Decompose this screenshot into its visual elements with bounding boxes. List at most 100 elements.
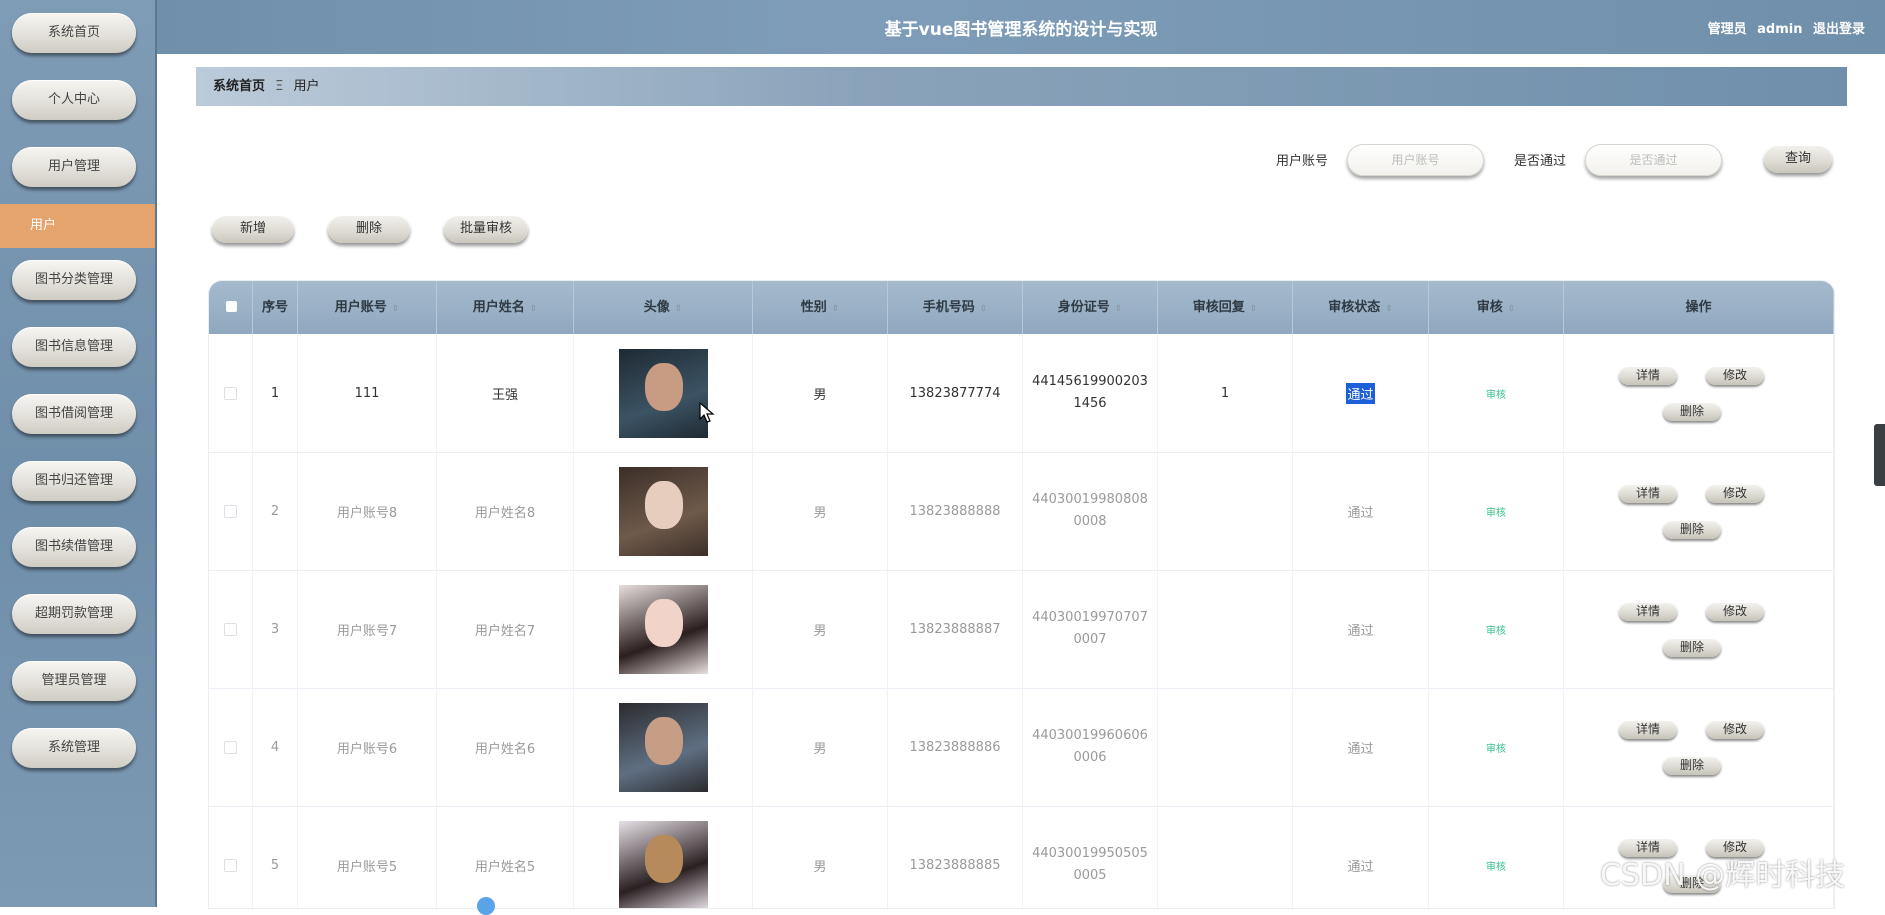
status-badge: 通过: [1346, 382, 1375, 404]
sort-icon[interactable]: ⇳: [1385, 304, 1393, 314]
row-actions: 详情 修改删除: [1564, 452, 1834, 570]
row-delete-button[interactable]: 删除: [1663, 402, 1721, 421]
user-avatar[interactable]: [618, 466, 708, 556]
row-checkbox[interactable]: [224, 504, 237, 518]
user-avatar[interactable]: [618, 584, 708, 674]
column-header-label: 性别: [800, 300, 827, 315]
sort-icon[interactable]: ⇳: [530, 304, 538, 314]
page-scrollbar[interactable]: [1874, 424, 1885, 486]
column-header: 序号: [253, 281, 298, 334]
audit-link[interactable]: 审核: [1486, 386, 1506, 401]
row-select-cell: [209, 806, 253, 908]
sort-icon[interactable]: ⇳: [392, 304, 400, 314]
row-actions: 详情 修改删除: [1564, 334, 1834, 452]
user-avatar[interactable]: [618, 348, 708, 438]
row-name: 用户姓名7: [437, 570, 574, 688]
row-select-cell: [209, 334, 253, 452]
sort-icon[interactable]: ⇳: [675, 304, 683, 314]
user-avatar[interactable]: [618, 820, 708, 908]
audit-link[interactable]: 审核: [1486, 622, 1506, 637]
column-header[interactable]: 用户姓名 ⇳: [437, 281, 574, 334]
row-checkbox[interactable]: [224, 622, 237, 636]
column-header-label: 身份证号: [1057, 300, 1110, 315]
sort-icon[interactable]: ⇳: [1250, 304, 1258, 314]
table-header: 序号 用户账号 ⇳ 用户姓名 ⇳ 头像 ⇳ 性别 ⇳ 手机号码 ⇳ 身份证号 ⇳ 审核回复 ⇳ 审核状态 ⇳ 审核…: [209, 281, 1834, 334]
detail-button[interactable]: 详情: [1619, 720, 1677, 739]
status-badge: 通过: [1347, 859, 1374, 875]
id-card-text: 441456199002031456: [1032, 374, 1148, 411]
edit-button[interactable]: 修改: [1706, 366, 1764, 385]
sidebar-item[interactable]: 用户管理: [12, 147, 136, 187]
table-row: 3 用户账号7 用户姓名7 男 13823888887 44030019970707000…: [209, 570, 1834, 689]
breadcrumb-current: 用户: [293, 79, 320, 94]
audit-link[interactable]: 审核: [1486, 740, 1506, 755]
sidebar-item[interactable]: 系统管理: [12, 728, 136, 768]
sidebar-item[interactable]: 图书分类管理: [12, 260, 136, 300]
row-audit-cell: 审核: [1429, 334, 1564, 452]
column-header[interactable]: 身份证号 ⇳: [1023, 281, 1158, 334]
row-checkbox[interactable]: [224, 386, 237, 400]
detail-button[interactable]: 详情: [1619, 366, 1677, 385]
id-card-text: 440300199505050005: [1032, 846, 1148, 883]
column-header[interactable]: 审核回复 ⇳: [1158, 281, 1293, 334]
add-button[interactable]: 新增: [212, 215, 294, 243]
audit-link[interactable]: 审核: [1486, 858, 1506, 873]
sidebar-item[interactable]: 系统首页: [12, 13, 136, 53]
audit-link[interactable]: 审核: [1486, 504, 1506, 519]
sidebar-item[interactable]: 图书归还管理: [12, 461, 136, 501]
table-row: 4 用户账号6 用户姓名6 男 13823888886 44030019960606000…: [209, 688, 1834, 807]
breadcrumb-home[interactable]: 系统首页: [213, 79, 265, 94]
edit-button[interactable]: 修改: [1706, 720, 1764, 739]
row-name: 王强: [437, 334, 574, 452]
row-account: 用户账号8: [298, 452, 437, 570]
sidebar-item[interactable]: 超期罚款管理: [12, 594, 136, 634]
sort-icon[interactable]: ⇳: [832, 304, 840, 314]
user-table: 序号 用户账号 ⇳ 用户姓名 ⇳ 头像 ⇳ 性别 ⇳ 手机号码 ⇳ 身份证号 ⇳ 审核回复 ⇳ 审核状态 ⇳ 审核…: [208, 280, 1835, 909]
sort-icon[interactable]: ⇳: [1508, 304, 1516, 314]
batch-audit-button[interactable]: 批量审核: [444, 215, 528, 243]
column-header: 操作: [1564, 281, 1834, 334]
column-header[interactable]: 审核 ⇳: [1429, 281, 1564, 334]
delete-button[interactable]: 删除: [328, 215, 410, 243]
column-header[interactable]: 审核状态 ⇳: [1293, 281, 1429, 334]
select-all-checkbox[interactable]: [226, 301, 237, 312]
sidebar-item-users-active[interactable]: 用户: [0, 204, 155, 248]
row-audit-status: 通过: [1293, 334, 1429, 452]
table-row: 2 用户账号8 用户姓名8 男 13823888888 44030019980808000…: [209, 452, 1834, 571]
detail-button[interactable]: 详情: [1619, 484, 1677, 503]
query-button[interactable]: 查询: [1764, 145, 1832, 173]
column-header[interactable]: 性别 ⇳: [753, 281, 888, 334]
sidebar-item[interactable]: 图书借阅管理: [12, 394, 136, 434]
row-delete-button[interactable]: 删除: [1663, 756, 1721, 775]
sort-icon[interactable]: ⇳: [1115, 304, 1123, 314]
sidebar-item[interactable]: 图书续借管理: [12, 527, 136, 567]
row-avatar-cell: [574, 570, 753, 688]
table-row: 5 用户账号5 用户姓名5 男 13823888885 44030019950505000…: [209, 806, 1834, 908]
row-audit-status: 通过: [1293, 806, 1429, 908]
status-badge: 通过: [1347, 741, 1374, 757]
column-header[interactable]: 用户账号 ⇳: [298, 281, 437, 334]
sort-icon[interactable]: ⇳: [980, 304, 988, 314]
row-delete-button[interactable]: 删除: [1663, 520, 1721, 539]
row-checkbox[interactable]: [224, 858, 237, 872]
avatar-face: [644, 598, 683, 647]
sidebar-item[interactable]: 图书信息管理: [12, 327, 136, 367]
logout-link[interactable]: 退出登录: [1813, 22, 1865, 37]
edit-button[interactable]: 修改: [1706, 484, 1764, 503]
edit-button[interactable]: 修改: [1706, 602, 1764, 621]
row-delete-button[interactable]: 删除: [1663, 638, 1721, 657]
pass-search-input[interactable]: [1585, 144, 1722, 176]
user-role: 管理员: [1707, 22, 1747, 37]
detail-button[interactable]: 详情: [1619, 602, 1677, 621]
user-avatar[interactable]: [618, 702, 708, 792]
account-search-input[interactable]: [1347, 144, 1484, 176]
column-header[interactable]: 手机号码 ⇳: [888, 281, 1023, 334]
sidebar-item[interactable]: 个人中心: [12, 80, 136, 120]
sidebar-item[interactable]: 管理员管理: [12, 661, 136, 701]
column-header[interactable]: 头像 ⇳: [574, 281, 753, 334]
row-checkbox[interactable]: [224, 740, 237, 754]
row-account: 用户账号7: [298, 570, 437, 688]
column-header-label: 审核状态: [1328, 300, 1381, 315]
row-audit-status: 通过: [1293, 688, 1429, 806]
row-avatar-cell: [574, 806, 753, 908]
